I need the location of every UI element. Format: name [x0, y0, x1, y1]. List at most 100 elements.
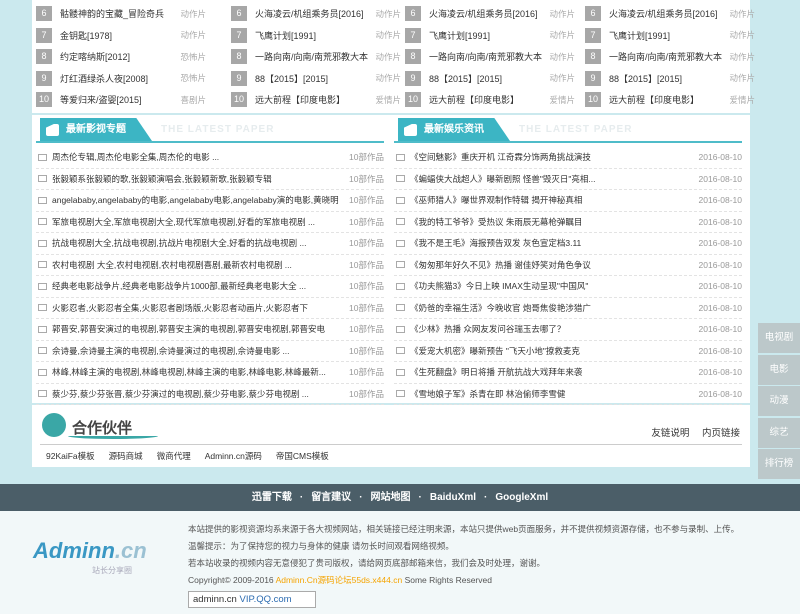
list-item[interactable]: 《生死翻盘》明日将播 开航抗战大戏拜年来袭 2016-08-10: [394, 362, 742, 384]
item-meta: 10部作品: [349, 302, 384, 313]
badge-site: adminn.cn: [193, 594, 237, 605]
footer-nav-link[interactable]: GoogleXml: [495, 492, 548, 503]
list-item[interactable]: 《蝙蝠侠大战超人》曝新剧照 怪兽"毁灭日"亮相... 2016-08-10: [394, 169, 742, 190]
list-item[interactable]: 郭晋安,郭晋安演过的电视剧,郭晋安主演的电视剧,郭晋安电视剧,郭晋安电 10部作品: [36, 319, 384, 341]
footer-nav-link[interactable]: 网站地图: [371, 492, 411, 503]
item-title: 《雪地娘子军》杀青在即 林治偷师李雪健: [410, 388, 566, 399]
rank-title: 火海凌云/机组乘务员[2016]: [609, 9, 718, 20]
list-item[interactable]: 张毅颖系张毅颖的歌,张毅颖演唱会,张毅颖新歌,张毅颖专辑 10部作品: [36, 169, 384, 190]
list-item[interactable]: 《巫师猎人》曝世界观制作特辑 揭开神秘真相 2016-08-10: [394, 190, 742, 212]
mail-icon: [396, 325, 405, 333]
link-explain[interactable]: 友链说明: [651, 428, 689, 439]
ranking-item[interactable]: 10 等爱归来/盗婴[2015] 喜剧片: [36, 89, 206, 111]
item-meta: 10部作品: [349, 216, 384, 227]
partner-link[interactable]: 微商代理: [157, 451, 191, 461]
ranking-item[interactable]: 6 骷髅神韵的宝藏_冒险奇兵 动作片: [36, 3, 206, 25]
rank-title: 88【2015】[2015]: [429, 73, 503, 84]
side-nav-item[interactable]: 综艺: [758, 417, 800, 448]
list-item[interactable]: 蔡少芬,蔡少芬张晋,蔡少芬演过的电视剧,蔡少芬电影,蔡少芬电视剧 ... 10部作…: [36, 384, 384, 405]
item-title: 火影忍者,火影忍者全集,火影忍者剧场版,火影忍者动画片,火影忍者下: [52, 302, 308, 313]
item-meta: 10部作品: [349, 345, 384, 356]
badge-vip: VIP.QQ.com: [239, 594, 292, 605]
ranking-item[interactable]: 10 远大前程【印度电影】 爱情片: [231, 89, 401, 111]
news-header: 最新娱乐资讯 THE LATEST PAPER: [394, 115, 742, 143]
list-item[interactable]: 佘诗曼,佘诗曼主演的电视剧,佘诗曼演过的电视剧,佘诗曼电影 ... 10部作品: [36, 341, 384, 362]
list-item[interactable]: 《功夫熊猫3》今日上映 IMAX生动呈现"中国风" 2016-08-10: [394, 276, 742, 298]
side-nav-item[interactable]: 动漫: [758, 386, 800, 416]
item-title: 《我的特工爷爷》受热议 朱雨辰无幕枪弹瞩目: [410, 216, 583, 227]
rank-title: 金钥匙[1978]: [60, 30, 113, 41]
ranking-item[interactable]: 7 金钥匙[1978] 动作片: [36, 25, 206, 47]
list-item[interactable]: 《我不是王毛》海报预告双发 灰色宣定档3.11 2016-08-10: [394, 233, 742, 255]
item-meta: 2016-08-10: [698, 324, 742, 335]
item-meta: 2016-08-10: [698, 173, 742, 184]
list-item[interactable]: 《爱宠大机密》曝新预告 "飞天小地"撩救麦克 2016-08-10: [394, 341, 742, 362]
list-item[interactable]: 林峰,林峰主演的电视剧,林峰电视剧,林峰主演的电影,林峰电影,林峰最新... 10…: [36, 362, 384, 384]
rank-number: 10: [585, 92, 601, 108]
footer-nav-link[interactable]: 迅雷下载: [252, 492, 292, 503]
list-item[interactable]: 《少林》热播 众网友发问谷瑞玉去哪了？ 2016-08-10: [394, 319, 742, 341]
partner-link[interactable]: 源码商城: [109, 451, 143, 461]
list-item[interactable]: angelababy,angelababy的电影,angelababy电影,an…: [36, 190, 384, 212]
ranking-item[interactable]: 10 远大前程【印度电影】 爱情片: [405, 89, 575, 111]
ranking-item[interactable]: 8 一路向南/向南/南荒邪教大本 动作片: [405, 46, 575, 68]
ranking-item[interactable]: 6 火海凌云/机组乘务员[2016] 动作片: [231, 3, 401, 25]
item-meta: 10部作品: [349, 259, 384, 270]
ranking-item[interactable]: 8 一路向南/向南/南荒邪教大本 动作片: [231, 46, 401, 68]
ranking-item[interactable]: 10 远大前程【印度电影】 爱情片: [585, 89, 755, 111]
side-nav-item[interactable]: 电视剧: [758, 323, 800, 353]
ranking-item[interactable]: 9 88【2015】[2015] 动作片: [405, 68, 575, 90]
list-item[interactable]: 抗战电视剧大全,抗战电视剧,抗战片电视剧大全,好看的抗战电视剧 ... 10部作品: [36, 233, 384, 255]
partner-link[interactable]: 帝国CMS模板: [276, 451, 329, 461]
topics-tab[interactable]: 最新影视专题: [40, 118, 152, 141]
ranking-item[interactable]: 6 火海凌云/机组乘务员[2016] 动作片: [585, 3, 755, 25]
list-item[interactable]: 《匆匆那年好久不见》热播 谢佳妤笑对角色争议 2016-08-10: [394, 255, 742, 276]
list-item[interactable]: 经典老电影战争片,经典老电影战争片1000部,最新经典老电影大全 ... 10部作…: [36, 276, 384, 298]
footer-logo: Adminn.cn: [33, 538, 147, 564]
list-item[interactable]: 周杰伦专辑,周杰伦电影全集,周杰伦的电影 ... 10部作品: [36, 147, 384, 169]
rank-number: 6: [405, 6, 421, 22]
item-meta: 2016-08-10: [698, 238, 742, 249]
side-nav-item[interactable]: 排行榜: [758, 449, 800, 479]
rank-number: 9: [36, 70, 52, 86]
item-title: 周杰伦专辑,周杰伦电影全集,周杰伦的电影 ...: [52, 152, 220, 163]
list-item[interactable]: 《我的特工爷爷》受热议 朱雨辰无幕枪弹瞩目 2016-08-10: [394, 212, 742, 233]
list-item[interactable]: 火影忍者,火影忍者全集,火影忍者剧场版,火影忍者动画片,火影忍者下 10部作品: [36, 298, 384, 319]
rank-number: 10: [231, 92, 247, 108]
notice-line: 本站提供的影视资源均系来源于各大视频网站，相关链接已经注明来源，本站只提供web…: [188, 524, 740, 534]
item-meta: 10部作品: [349, 238, 384, 249]
ranking-item[interactable]: 7 飞鹰计划[1991] 动作片: [231, 25, 401, 47]
ranking-item[interactable]: 9 灯红酒绿杀人夜[2008] 恐怖片: [36, 68, 206, 90]
mail-icon: [38, 390, 47, 398]
ranking-item[interactable]: 7 飞鹰计划[1991] 动作片: [585, 25, 755, 47]
ranking-item[interactable]: 9 88【2015】[2015] 动作片: [585, 68, 755, 90]
link-inner[interactable]: 内页链接: [702, 428, 740, 439]
partner-link[interactable]: Adminn.cn源码: [205, 451, 262, 461]
footer-nav-link[interactable]: 留言建议: [311, 492, 351, 503]
vip-badge[interactable]: adminn.cn VIP.QQ.com: [188, 591, 316, 608]
news-panel: 最新影视专题 THE LATEST PAPER 周杰伦专辑,周杰伦电影全集,周杰…: [32, 115, 750, 405]
ranking-item[interactable]: 6 火海凌云/机组乘务员[2016] 动作片: [405, 3, 575, 25]
divider: [40, 444, 742, 445]
list-item[interactable]: 农村电视剧 大全,农村电视剧,农村电视剧喜剧,最新农村电视剧 ... 10部作品: [36, 255, 384, 276]
list-item[interactable]: 《空间魅影》重庆开机 江奇霖分饰两角挑战演技 2016-08-10: [394, 147, 742, 169]
ranking-item[interactable]: 7 飞鹰计划[1991] 动作片: [405, 25, 575, 47]
rank-genre: 动作片: [729, 8, 755, 19]
ranking-item[interactable]: 9 88【2015】[2015] 动作片: [231, 68, 401, 90]
rank-genre: 动作片: [729, 30, 755, 41]
list-item[interactable]: 《奶爸的幸福生活》今晚收官 炮哥焦俊艳涉猎广 2016-08-10: [394, 298, 742, 319]
side-nav-item[interactable]: 电影: [758, 354, 800, 385]
ranking-item[interactable]: 8 约定喀纳斯[2012] 恐怖片: [36, 46, 206, 68]
item-title: 《巫师猎人》曝世界观制作特辑 揭开神秘真相: [410, 195, 583, 206]
copyright-link[interactable]: Adminn.Cn源码论坛55ds.x444.cn: [276, 575, 403, 585]
list-item[interactable]: 《雪地娘子军》杀青在即 林治偷师李雪健 2016-08-10: [394, 384, 742, 405]
side-nav: 电视剧 电影 动漫 综艺 排行榜: [758, 323, 800, 481]
partner-link[interactable]: 92KaiFa模板: [46, 451, 95, 461]
rank-genre: 动作片: [375, 8, 401, 19]
notice-line: 温馨提示：为了保持您的视力与身体的健康 请勿长时间观看网络视频。: [188, 541, 454, 551]
news-tab[interactable]: 最新娱乐资讯: [398, 118, 510, 141]
ranking-item[interactable]: 8 一路向南/向南/南荒邪教大本 动作片: [585, 46, 755, 68]
list-item[interactable]: 军旅电视剧大全,军旅电视剧大全,现代军旅电视剧,好看的军旅电视剧 ... 10部作…: [36, 212, 384, 233]
footer-nav-link[interactable]: BaiduXml: [430, 492, 476, 503]
ranking-column: 6 骷髅神韵的宝藏_冒险奇兵 动作片 7 金钥匙[1978] 动作片 8 约定喀纳斯[2012…: [36, 3, 206, 111]
